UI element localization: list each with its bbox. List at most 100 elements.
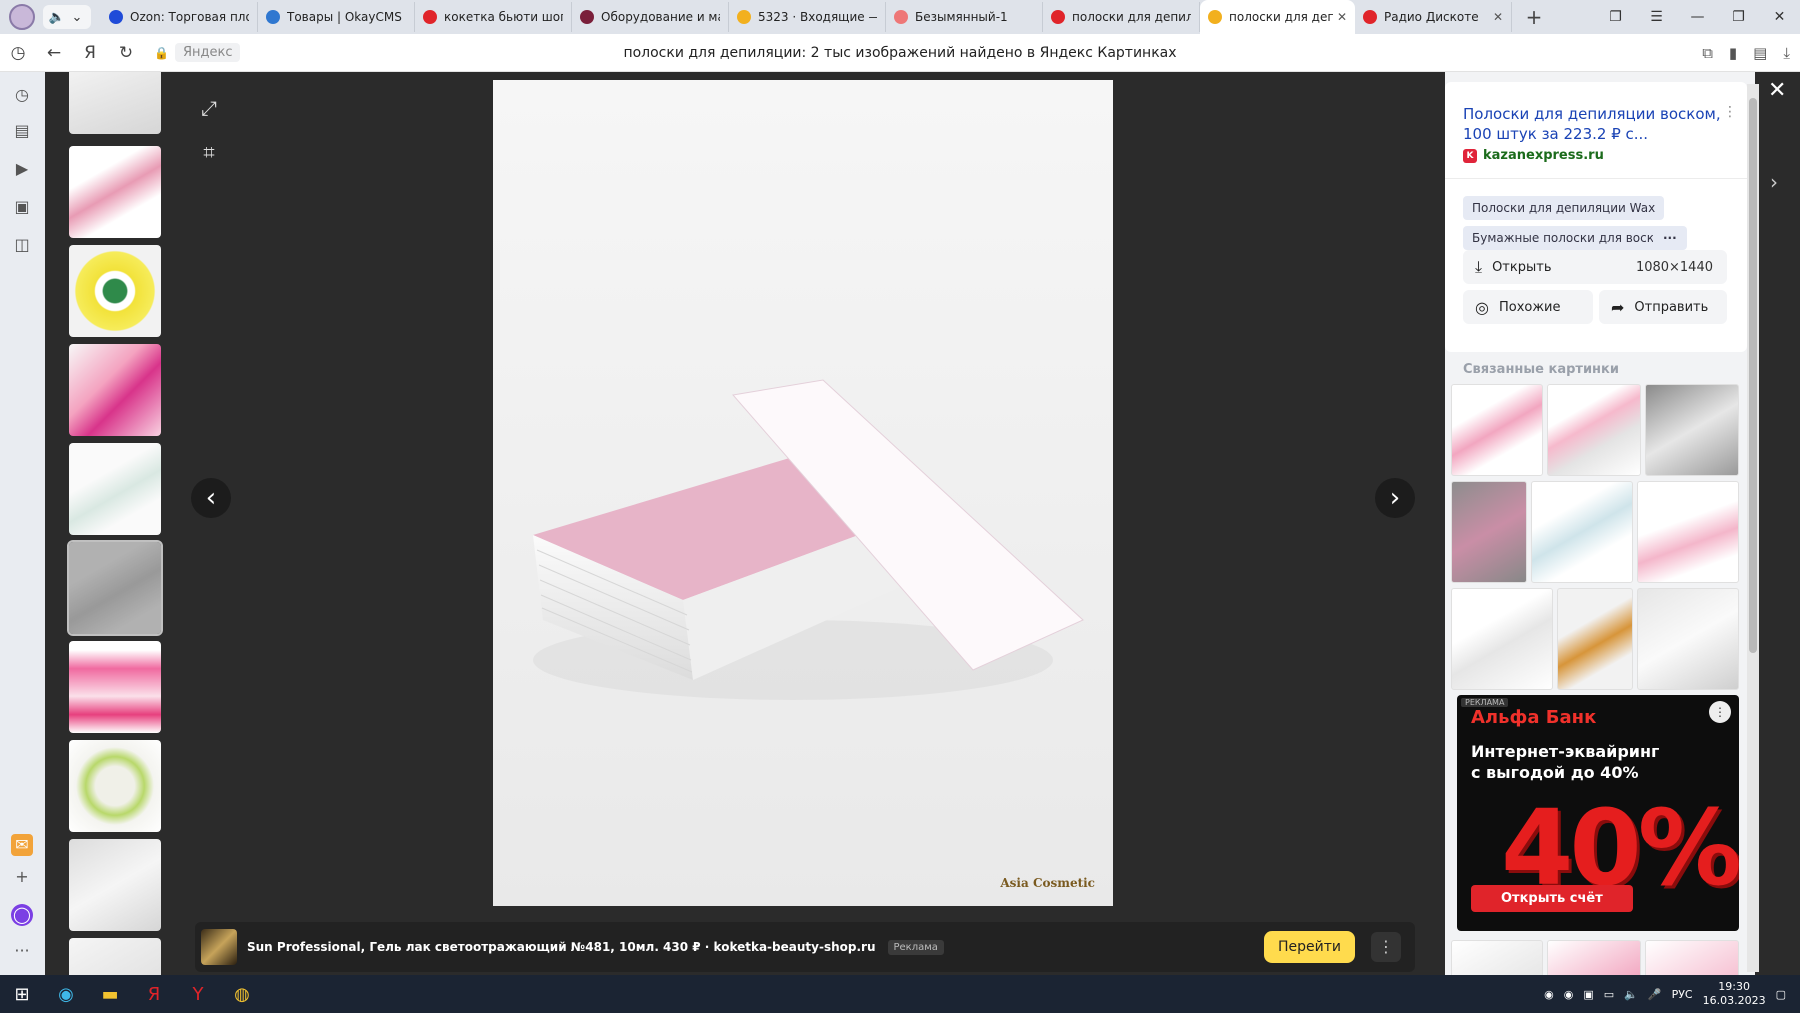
network-icon[interactable]: ▭ bbox=[1604, 988, 1614, 1001]
profile-avatar[interactable] bbox=[9, 4, 35, 30]
video-icon[interactable]: ▶ bbox=[11, 158, 33, 180]
clock[interactable]: 19:30 16.03.2023 bbox=[1703, 980, 1766, 1008]
fullscreen-icon[interactable]: ⤢ bbox=[191, 90, 227, 126]
more-tags-button[interactable]: ··· bbox=[1653, 226, 1687, 250]
notifications-icon[interactable]: ▢ bbox=[1776, 988, 1786, 1001]
add-panel-icon[interactable]: + bbox=[11, 866, 33, 888]
tab-8[interactable]: Радио Дискоте ✕ bbox=[1355, 2, 1512, 32]
tab-6[interactable]: полоски для депиля bbox=[1043, 2, 1200, 32]
share-button[interactable]: ➦ Отправить bbox=[1599, 290, 1727, 324]
tab-close-icon[interactable]: ✕ bbox=[1493, 10, 1503, 24]
tag-chip[interactable]: Полоски для депиляции Wax bbox=[1463, 196, 1665, 220]
yandex-app-icon[interactable]: Я bbox=[132, 984, 176, 1005]
bottom-ad-bar[interactable]: Sun Professional, Гель лак светоотражающ… bbox=[195, 922, 1415, 972]
next-image-button[interactable]: › bbox=[1375, 478, 1415, 518]
panel-scrollbar[interactable] bbox=[1747, 84, 1759, 972]
kebab-menu-icon[interactable]: ⋮ bbox=[1723, 104, 1737, 120]
related-image[interactable] bbox=[1645, 940, 1739, 975]
related-image[interactable] bbox=[1451, 588, 1553, 690]
chevron-right-icon[interactable]: › bbox=[1770, 170, 1778, 194]
close-window-button[interactable]: ✕ bbox=[1759, 9, 1800, 25]
related-image[interactable] bbox=[1645, 384, 1739, 476]
thumbnail[interactable] bbox=[69, 344, 161, 436]
history-icon[interactable]: ◷ bbox=[11, 84, 33, 106]
related-image[interactable] bbox=[1451, 384, 1543, 476]
tray-app-icon[interactable]: ▣ bbox=[1583, 988, 1593, 1001]
related-image[interactable] bbox=[1451, 940, 1543, 975]
tag-chip[interactable]: Бумажные полоски для воска bbox=[1463, 226, 1671, 250]
menu-icon[interactable]: ☰ bbox=[1636, 9, 1677, 25]
ad-thumbnail[interactable] bbox=[201, 929, 237, 965]
related-image[interactable] bbox=[1637, 588, 1739, 690]
microphone-icon[interactable]: 🎤 bbox=[1648, 988, 1662, 1001]
windows-start-icon[interactable]: ⊞ bbox=[0, 984, 44, 1005]
more-options-icon[interactable]: ⋮ bbox=[1371, 932, 1401, 962]
related-image[interactable] bbox=[1547, 384, 1641, 476]
source-domain[interactable]: kazanexpress.ru bbox=[1483, 148, 1604, 163]
notes-icon[interactable]: ▤ bbox=[11, 120, 33, 142]
thumbnail[interactable] bbox=[69, 245, 161, 337]
history-icon[interactable]: ◷ bbox=[0, 43, 36, 63]
thumbnail[interactable] bbox=[69, 72, 161, 134]
tab-3[interactable]: Оборудование и ма bbox=[572, 2, 729, 32]
new-tab-button[interactable]: + bbox=[1520, 3, 1548, 31]
open-account-button[interactable]: Открыть счёт bbox=[1471, 885, 1633, 912]
tab-4[interactable]: 5323 · Входящие — bbox=[729, 2, 886, 32]
scrollbar-thumb[interactable] bbox=[1749, 98, 1757, 653]
related-image[interactable] bbox=[1451, 481, 1527, 583]
tasks-icon[interactable]: ▣ bbox=[11, 196, 33, 218]
open-image-button[interactable]: ⤓ Открыть 1080×1440 bbox=[1463, 250, 1727, 284]
tab-7[interactable]: полоски для депи ✕ bbox=[1200, 0, 1355, 34]
lock-icon[interactable]: 🔒 bbox=[154, 46, 169, 60]
tab-2[interactable]: кокетка бьюти шоп bbox=[415, 2, 572, 32]
alfa-bank-ad[interactable]: РЕКЛАМА Альфа Банк Интернет-эквайринг с … bbox=[1457, 695, 1739, 931]
thumbnail[interactable] bbox=[69, 443, 161, 535]
related-image[interactable] bbox=[1637, 481, 1739, 583]
screenshot-icon[interactable]: ◫ bbox=[11, 234, 33, 256]
similar-button[interactable]: ◎ Похожие bbox=[1463, 290, 1593, 324]
go-button[interactable]: Перейти bbox=[1264, 931, 1355, 963]
bookmark-icon[interactable]: ▮ bbox=[1729, 44, 1737, 62]
tab-5[interactable]: Безымянный-1 bbox=[886, 2, 1043, 32]
tab-audio-controls[interactable]: 🔈 ⌄ bbox=[43, 5, 91, 29]
crop-icon[interactable]: ⌗ bbox=[191, 134, 227, 170]
restore-button[interactable]: ❐ bbox=[1718, 9, 1759, 25]
speaker-icon[interactable]: 🔈 bbox=[47, 10, 67, 25]
thumbnail[interactable] bbox=[69, 740, 161, 832]
extensions-icon[interactable]: ⧉ bbox=[1702, 44, 1713, 62]
volume-icon[interactable]: 🔈 bbox=[1624, 988, 1638, 1001]
more-icon[interactable]: ··· bbox=[11, 940, 33, 962]
thumbnail[interactable] bbox=[69, 641, 161, 733]
collections-icon[interactable]: ❐ bbox=[1595, 9, 1636, 25]
tray-app-icon[interactable]: ◉ bbox=[1544, 988, 1554, 1001]
yandex-browser-icon[interactable]: Y bbox=[176, 984, 220, 1005]
download-icon[interactable]: ⤓ bbox=[1783, 44, 1790, 62]
tab-1[interactable]: Товары | OkayCMS v bbox=[258, 2, 415, 32]
source-link[interactable]: K kazanexpress.ru bbox=[1463, 148, 1604, 163]
reader-icon[interactable]: ▤ bbox=[1753, 44, 1767, 62]
chevron-down-icon[interactable]: ⌄ bbox=[67, 10, 87, 25]
alice-icon[interactable]: ◯ bbox=[11, 904, 33, 926]
1c-icon[interactable]: ◍ bbox=[220, 984, 264, 1005]
thumbnail[interactable] bbox=[69, 938, 161, 975]
language-indicator[interactable]: РУС bbox=[1672, 988, 1693, 1001]
tab-0[interactable]: Ozon: Торговая пло bbox=[101, 2, 258, 32]
tray-app-icon[interactable]: ◉ bbox=[1564, 988, 1574, 1001]
thumbnail[interactable] bbox=[69, 146, 161, 238]
back-button[interactable]: ← bbox=[36, 43, 72, 63]
address-host[interactable]: Яндекс bbox=[174, 43, 241, 62]
thumbnail[interactable] bbox=[69, 839, 161, 931]
thumbnail-selected[interactable] bbox=[67, 540, 163, 636]
image-title-link[interactable]: Полоски для депиляции воском, 100 штук з… bbox=[1463, 104, 1725, 144]
related-image[interactable] bbox=[1547, 940, 1641, 975]
related-image[interactable] bbox=[1531, 481, 1633, 583]
prev-image-button[interactable]: ‹ bbox=[191, 478, 231, 518]
ad-menu-icon[interactable]: ⋮ bbox=[1709, 701, 1731, 723]
yandex-icon[interactable]: Я bbox=[72, 43, 108, 63]
ad-text[interactable]: Sun Professional, Гель лак светоотражающ… bbox=[247, 940, 876, 954]
tab-close-icon[interactable]: ✕ bbox=[1337, 10, 1347, 24]
reload-button[interactable]: ↻ bbox=[108, 43, 144, 63]
mail-icon[interactable]: ✉ bbox=[11, 834, 33, 856]
related-image[interactable] bbox=[1557, 588, 1633, 690]
close-viewer-icon[interactable]: ✕ bbox=[1768, 78, 1786, 103]
